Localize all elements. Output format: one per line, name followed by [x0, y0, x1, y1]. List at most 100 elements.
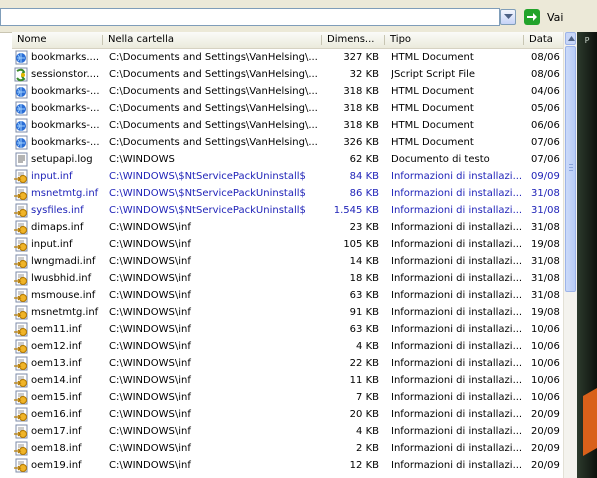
cell-folder: C:\WINDOWS\inf — [109, 443, 191, 454]
address-input[interactable] — [0, 8, 500, 26]
table-row[interactable]: oem19.inf C:\WINDOWS\inf 12 KB Informazioni… — [12, 457, 563, 474]
cell-date: 31/08 — [531, 188, 560, 199]
cell-type: Informazioni di installazi... — [391, 239, 523, 250]
cell-size: 22 KB — [349, 358, 379, 369]
table-row[interactable]: bookmarks-... C:\Documents and Settings\V… — [12, 83, 563, 100]
cell-date: 10/06 — [531, 358, 560, 369]
column-header-type[interactable]: Tipo — [385, 32, 524, 48]
cell-name: msnetmtg.inf — [31, 307, 99, 318]
table-row[interactable]: input.inf C:\WINDOWS\inf 105 KB Informazion… — [12, 236, 563, 253]
setup-info-icon — [14, 441, 29, 456]
cell-type: Informazioni di installazi... — [391, 392, 523, 403]
setup-info-icon — [14, 186, 29, 201]
address-toolbar: Vai — [0, 0, 597, 33]
background-window-edge: P — [577, 32, 597, 478]
table-row[interactable]: sysfiles.inf C:\WINDOWS\$NtServicePackUni… — [12, 202, 563, 219]
cell-date: 20/09 — [531, 443, 560, 454]
table-row[interactable]: oem12.inf C:\WINDOWS\inf 4 KB Informazioni … — [12, 338, 563, 355]
address-dropdown-button[interactable] — [500, 9, 516, 25]
table-row[interactable]: oem16.inf C:\WINDOWS\inf 20 KB Informazioni… — [12, 406, 563, 423]
table-row[interactable]: msmouse.inf C:\WINDOWS\inf 63 KB Informazio… — [12, 287, 563, 304]
column-header-folder[interactable]: Nella cartella — [103, 32, 322, 48]
table-row[interactable]: oem17.inf C:\WINDOWS\inf 4 KB Informazioni … — [12, 423, 563, 440]
setup-info-icon — [14, 271, 29, 286]
cell-date: 20/09 — [531, 409, 560, 420]
cell-date: 07/06 — [531, 154, 560, 165]
cell-folder: C:\WINDOWS\$NtServicePackUninstall$ — [109, 205, 306, 216]
cell-date: 20/09 — [531, 426, 560, 437]
cell-size: 62 KB — [349, 154, 379, 165]
cell-name: oem18.inf — [31, 443, 82, 454]
column-header-date[interactable]: Data — [524, 32, 563, 48]
cell-size: 63 KB — [349, 324, 379, 335]
table-row[interactable]: setupapi.log C:\WINDOWS 62 KB Documento di … — [12, 151, 563, 168]
html-document-icon — [14, 118, 29, 133]
cell-date: 10/06 — [531, 375, 560, 386]
cell-date: 10/06 — [531, 392, 560, 403]
cell-date: 05/06 — [531, 103, 560, 114]
go-arrow-icon — [524, 9, 540, 25]
table-row[interactable]: oem13.inf C:\WINDOWS\inf 22 KB Informazioni… — [12, 355, 563, 372]
html-document-icon — [14, 84, 29, 99]
cell-name: oem19.inf — [31, 460, 82, 471]
table-row[interactable]: bookmarks.... C:\Documents and Settings\V… — [12, 49, 563, 66]
table-row[interactable]: bookmarks-... C:\Documents and Settings\V… — [12, 134, 563, 151]
table-row[interactable]: oem11.inf C:\WINDOWS\inf 63 KB Informazioni… — [12, 321, 563, 338]
cell-folder: C:\WINDOWS\inf — [109, 341, 191, 352]
table-row[interactable]: oem15.inf C:\WINDOWS\inf 7 KB Informazioni … — [12, 389, 563, 406]
table-row[interactable]: lwngmadi.inf C:\WINDOWS\inf 14 KB Informazi… — [12, 253, 563, 270]
table-row[interactable]: bookmarks-... C:\Documents and Settings\V… — [12, 100, 563, 117]
cell-name: oem15.inf — [31, 392, 82, 403]
vertical-scrollbar[interactable] — [563, 32, 577, 478]
column-header-name[interactable]: Nome — [12, 32, 103, 48]
cell-size: 18 KB — [349, 273, 379, 284]
table-row[interactable]: sessionstor.... C:\Documents and Settings… — [12, 66, 563, 83]
table-row[interactable]: oem18.inf C:\WINDOWS\inf 2 KB Informazioni … — [12, 440, 563, 457]
cell-type: Informazioni di installazi... — [391, 358, 523, 369]
cell-name: sessionstor.... — [31, 69, 100, 80]
cell-date: 31/08 — [531, 205, 560, 216]
cell-folder: C:\Documents and Settings\VanHelsing\... — [109, 103, 318, 114]
cell-date: 10/06 — [531, 341, 560, 352]
background-window-text: P — [584, 36, 590, 45]
column-header-size[interactable]: Dimens... — [322, 32, 385, 48]
cell-name: msmouse.inf — [31, 290, 96, 301]
cell-name: input.inf — [31, 171, 73, 182]
cell-size: 1.545 KB — [333, 205, 379, 216]
table-row[interactable]: msnetmtg.inf C:\WINDOWS\inf 91 KB Informazi… — [12, 304, 563, 321]
scroll-thumb[interactable] — [565, 46, 576, 292]
go-button[interactable]: Vai — [524, 8, 594, 28]
cell-type: Informazioni di installazi... — [391, 375, 523, 386]
html-document-icon — [14, 50, 29, 65]
cell-date: 31/08 — [531, 222, 560, 233]
table-row[interactable]: bookmarks-... C:\Documents and Settings\V… — [12, 117, 563, 134]
cell-size: 23 KB — [349, 222, 379, 233]
table-row[interactable]: lwusbhid.inf C:\WINDOWS\inf 18 KB Informazi… — [12, 270, 563, 287]
cell-type: HTML Document — [391, 52, 474, 63]
table-row[interactable]: dimaps.inf C:\WINDOWS\inf 23 KB Informazion… — [12, 219, 563, 236]
cell-type: Informazioni di installazi... — [391, 273, 523, 284]
cell-name: setupapi.log — [31, 154, 93, 165]
setup-info-icon — [14, 237, 29, 252]
cell-folder: C:\WINDOWS\inf — [109, 426, 191, 437]
cell-name: oem11.inf — [31, 324, 82, 335]
search-results-list: Nome Nella cartella Dimens... Tipo Data … — [12, 32, 563, 478]
cell-folder: C:\WINDOWS\inf — [109, 307, 191, 318]
cell-type: HTML Document — [391, 86, 474, 97]
table-row[interactable]: input.inf C:\WINDOWS\$NtServicePackUninst… — [12, 168, 563, 185]
html-document-icon — [14, 101, 29, 116]
cell-name: msnetmtg.inf — [31, 188, 99, 199]
cell-name: oem12.inf — [31, 341, 82, 352]
cell-size: 91 KB — [349, 307, 379, 318]
cell-date: 31/08 — [531, 273, 560, 284]
cell-folder: C:\WINDOWS\inf — [109, 409, 191, 420]
cell-name: input.inf — [31, 239, 73, 250]
scroll-up-button[interactable] — [565, 32, 576, 45]
setup-info-icon — [14, 322, 29, 337]
cell-date: 09/09 — [531, 171, 560, 182]
cell-type: Informazioni di installazi... — [391, 171, 523, 182]
table-row[interactable]: oem14.inf C:\WINDOWS\inf 11 KB Informazioni… — [12, 372, 563, 389]
cell-size: 32 KB — [349, 69, 379, 80]
table-row[interactable]: msnetmtg.inf C:\WINDOWS\$NtServicePackUni… — [12, 185, 563, 202]
cell-name: bookmarks-... — [31, 86, 100, 97]
